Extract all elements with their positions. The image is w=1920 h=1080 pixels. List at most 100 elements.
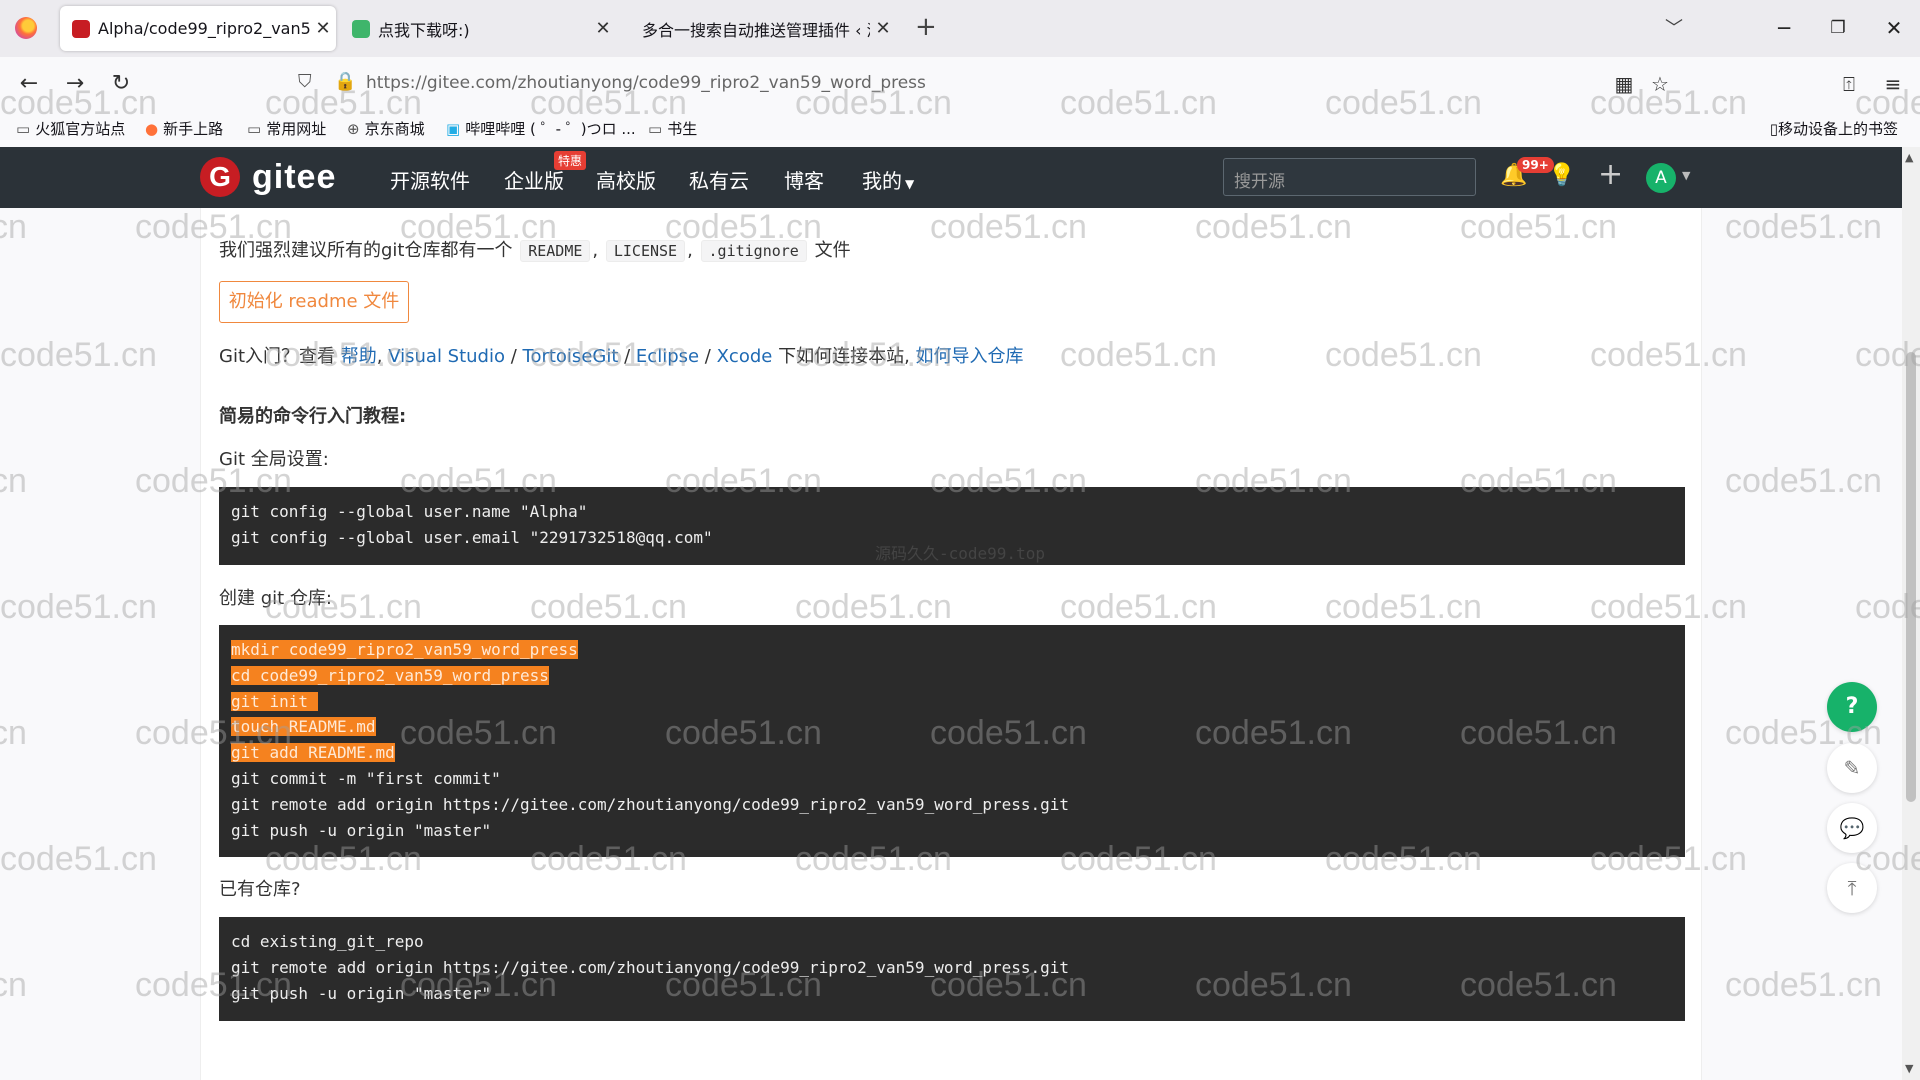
extensions-icon[interactable]: ⍐ — [1832, 67, 1866, 101]
new-tab-icon[interactable]: + — [915, 12, 937, 42]
code-line: git commit -m "first commit" — [231, 768, 501, 788]
address-bar[interactable]: ⛉ 🔒 https://gitee.com/zhoutianyong/code9… — [290, 65, 1635, 103]
nav-open-source[interactable]: 开源软件 — [390, 165, 470, 194]
browser-tab[interactable]: 点我下载呀:) ✕ — [340, 6, 616, 51]
selected-code: cd code99_ripro2_van59_word_press — [231, 665, 549, 685]
nav-enterprise[interactable]: 企业版 特惠 — [504, 151, 587, 194]
code-line: cd existing_git_repo — [231, 932, 424, 951]
bookmark-item[interactable]: ▭ 火狐官方站点 — [16, 118, 125, 139]
bookmark-item[interactable]: ● 新手上路 — [145, 118, 223, 139]
selected-code: git add README.md — [231, 743, 395, 763]
init-readme-button[interactable]: 初始化 readme 文件 — [219, 281, 409, 323]
browser-tab-active[interactable]: Alpha/code99_ripro2_van59_ ✕ — [60, 6, 336, 51]
forward-icon[interactable]: → — [58, 67, 92, 101]
bookmark-label: 书生 — [667, 120, 698, 138]
firefox-menu-icon[interactable] — [15, 17, 37, 39]
browser-tab-bar: Alpha/code99_ripro2_van59_ ✕ 点我下载呀:) ✕ 多… — [0, 0, 1920, 57]
url-text[interactable]: https://gitee.com/zhoutianyong/code99_ri… — [366, 73, 926, 93]
page-scrollbar[interactable]: ▲ ▼ — [1902, 147, 1920, 1080]
bookmark-item[interactable]: ▣ 哔哩哔哩 ( ゜- ゜)つロ ... — [446, 118, 636, 139]
lock-icon[interactable]: 🔒 — [334, 71, 356, 92]
bookmark-item[interactable]: ▭ 常用网址 — [247, 118, 326, 139]
code-line: git add README.md — [231, 740, 1673, 766]
minimize-icon[interactable]: ─ — [1762, 10, 1806, 46]
recommend-files-text: 我们强烈建议所有的git仓库都有一个 README, LICENSE, .git… — [219, 240, 851, 262]
eclipse-link[interactable]: Eclipse — [636, 346, 699, 367]
nav-label: 我的 — [862, 169, 902, 193]
gitee-logo[interactable]: G gitee — [200, 157, 336, 197]
bookmark-star-icon[interactable]: ☆ — [1643, 67, 1677, 101]
browser-tab[interactable]: 多合一搜索自动推送管理插件 ‹ 源码 ✕ — [620, 6, 896, 51]
plus-icon[interactable]: + — [1598, 157, 1623, 192]
nav-university[interactable]: 高校版 — [596, 165, 656, 194]
code-line: git push -u origin "master" — [231, 983, 492, 1003]
bookmark-item[interactable]: ▭ 书生 — [648, 118, 697, 139]
help-link[interactable]: 帮助 — [341, 346, 377, 367]
list-all-tabs-icon[interactable]: ﹀ — [1665, 14, 1683, 40]
code-line: git remote add origin https://gitee.com/… — [231, 957, 1070, 977]
restore-icon[interactable]: ❐ — [1816, 10, 1860, 46]
folder-icon: ▭ — [16, 119, 31, 138]
bookmark-item[interactable]: ⊕ 京东商城 — [347, 118, 425, 139]
qr-code-icon[interactable]: ▦ — [1607, 67, 1641, 101]
code-line: cd code99_ripro2_van59_word_press — [231, 663, 1673, 689]
chevron-down-icon[interactable]: ▼ — [1682, 169, 1690, 182]
import-repo-link[interactable]: 如何导入仓库 — [916, 346, 1024, 367]
code-line: git config --global user.name "Alpha" — [231, 502, 588, 521]
nav-mine[interactable]: 我的 ▼ — [862, 165, 914, 194]
watermark-text: code51.cn — [1725, 462, 1882, 500]
tab-close-icon[interactable]: ✕ — [590, 18, 616, 39]
watermark-text: code51.cn — [0, 966, 27, 1004]
site-favicon-icon — [352, 19, 370, 38]
visual-studio-link[interactable]: Visual Studio — [388, 346, 505, 367]
site-favicon-icon — [632, 20, 634, 38]
code-line: mkdir code99_ripro2_van59_word_press — [231, 637, 1673, 663]
nav-blog[interactable]: 博客 — [784, 165, 824, 194]
selected-code: touch README.md — [231, 717, 376, 737]
global-setup-label: Git 全局设置: — [219, 449, 329, 470]
gitee-logo-icon: G — [200, 157, 240, 197]
nav-private-cloud[interactable]: 私有云 — [689, 165, 749, 194]
xcode-link[interactable]: Xcode — [717, 346, 773, 367]
chat-icon[interactable]: 💬 — [1827, 803, 1877, 853]
folder-icon: ▭ — [247, 119, 262, 138]
mobile-bookmarks[interactable]: ▯移动设备上的书签 — [1770, 118, 1898, 139]
back-icon[interactable]: ← — [12, 67, 46, 101]
bookmark-label: 移动设备上的书签 — [1777, 120, 1898, 138]
git-intro-prefix: Git入门？查看 — [219, 346, 336, 367]
recommend-suffix: 文件 — [814, 240, 851, 261]
tab-close-icon[interactable]: ✕ — [870, 18, 896, 39]
tracking-shield-icon[interactable]: ⛉ — [298, 71, 312, 92]
browser-nav-bar: ← → ↻ ⛉ 🔒 https://gitee.com/zhoutianyong… — [0, 57, 1920, 111]
avatar[interactable]: A — [1646, 163, 1676, 193]
search-input[interactable]: 搜开源 — [1223, 158, 1476, 196]
bookmark-label: 常用网址 — [266, 120, 327, 138]
help-icon[interactable]: ? — [1827, 682, 1877, 732]
reload-icon[interactable]: ↻ — [104, 67, 138, 101]
back-to-top-icon[interactable]: ⤒ — [1827, 863, 1877, 913]
create-repo-code-block[interactable]: mkdir code99_ripro2_van59_word_press cd c… — [219, 625, 1685, 857]
scroll-down-icon[interactable]: ▼ — [1905, 1062, 1913, 1075]
selected-code: git init — [231, 691, 318, 711]
scrollbar-thumb[interactable] — [1906, 352, 1916, 802]
file-tag-gitignore: .gitignore — [700, 240, 807, 262]
lightbulb-icon[interactable]: 💡 — [1548, 163, 1575, 188]
overlay-caption: 源码久久-code99.top — [875, 544, 1045, 563]
file-tag-license: LICENSE — [605, 240, 686, 262]
tab-title: Alpha/code99_ripro2_van59_ — [98, 19, 310, 38]
tab-title: 点我下载呀:) — [378, 20, 470, 40]
code-line: git push -u origin "master" — [231, 820, 492, 840]
existing-repo-code-block[interactable]: cd existing_git_repogit remote add origi… — [219, 917, 1685, 1021]
bookmark-label: 火狐官方站点 — [35, 120, 126, 138]
close-window-icon[interactable]: ✕ — [1872, 10, 1916, 46]
watermark-text: code51.cn — [0, 336, 157, 374]
code-line: touch README.md — [231, 714, 1673, 740]
tortoisegit-link[interactable]: TortoiseGit — [523, 346, 619, 367]
feedback-icon[interactable]: ✎ — [1827, 743, 1877, 793]
scroll-up-icon[interactable]: ▲ — [1905, 151, 1913, 164]
app-menu-icon[interactable]: ≡ — [1876, 67, 1910, 101]
tab-close-icon[interactable]: ✕ — [310, 18, 336, 39]
watermark-text: code51.cn — [0, 840, 157, 878]
git-intro-middle: 下如何连接本站, — [778, 346, 910, 367]
watermark-text: code51.cn — [0, 588, 157, 626]
